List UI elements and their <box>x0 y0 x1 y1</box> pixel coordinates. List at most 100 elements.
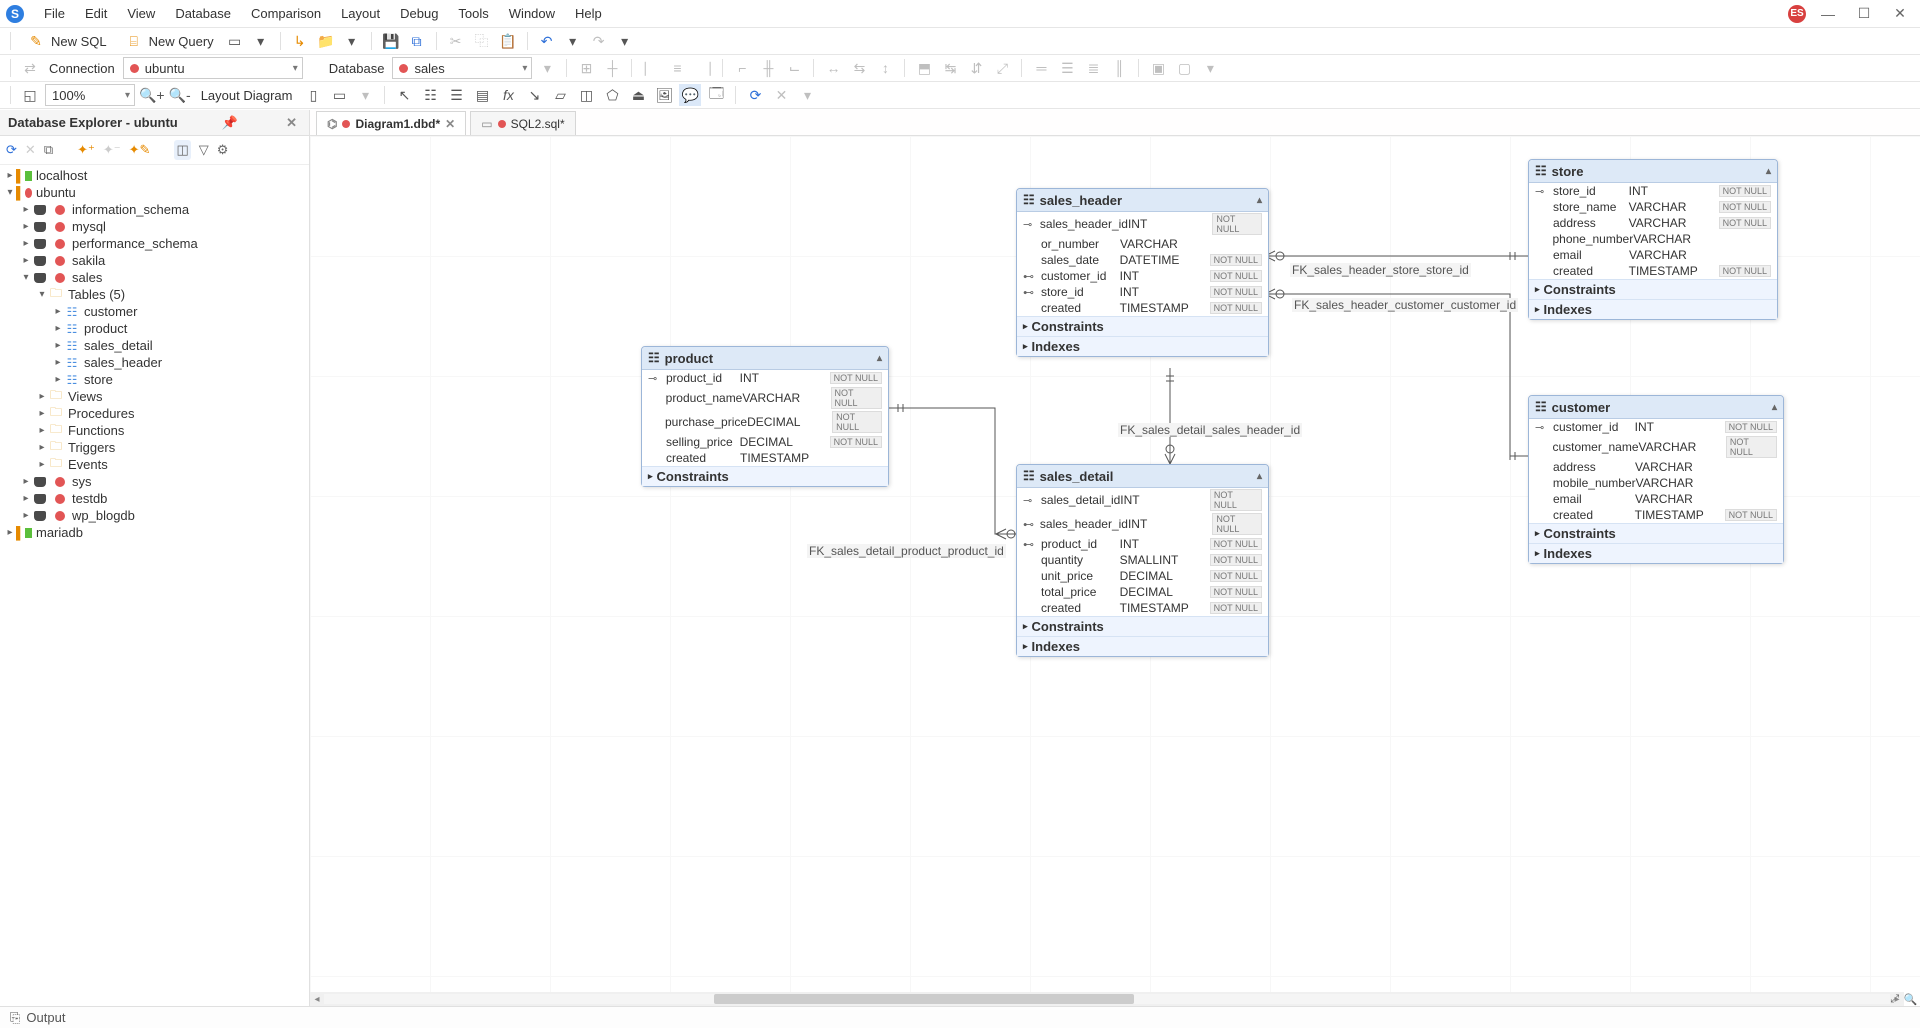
column-email[interactable]: emailVARCHAR <box>1529 247 1777 263</box>
layout-diagram-button[interactable]: Layout Diagram <box>195 84 299 106</box>
tree-server-localhost[interactable]: ▸▌localhost <box>0 167 309 184</box>
new-query-button[interactable]: ⌸New Query <box>117 30 220 52</box>
entity-product[interactable]: ☷product▴⊸product_idINTNOT NULLproduct_n… <box>641 346 889 487</box>
dropdown-arrow-icon[interactable]: ▾ <box>1199 57 1221 79</box>
entity-customer[interactable]: ☷customer▴⊸customer_idINTNOT NULLcustome… <box>1528 395 1784 564</box>
section-constraints[interactable]: ▸Constraints <box>1017 316 1268 336</box>
section-constraints[interactable]: ▸Constraints <box>642 466 888 486</box>
relation-icon[interactable]: ↘ <box>523 84 545 106</box>
dropdown-arrow-icon[interactable]: ▾ <box>341 30 363 52</box>
tree-table-sales_header[interactable]: ▸☷sales_header <box>0 354 309 371</box>
tree-db-sakila[interactable]: ▸sakila <box>0 252 309 269</box>
entity-sales_detail[interactable]: ☷sales_detail▴⊸sales_detail_idINTNOT NUL… <box>1016 464 1269 657</box>
column-created[interactable]: createdTIMESTAMPNOT NULL <box>1529 507 1783 523</box>
collapse-icon[interactable]: ▴ <box>1257 471 1262 482</box>
tree-db-wp_blogdb[interactable]: ▸wp_blogdb <box>0 507 309 524</box>
shape-rect-icon[interactable]: ▱ <box>549 84 571 106</box>
shape-ellipse-icon[interactable]: ◫ <box>575 84 597 106</box>
column-or_number[interactable]: or_numberVARCHAR <box>1017 236 1268 252</box>
pointer-icon[interactable]: ↖ <box>393 84 415 106</box>
column-selling_price[interactable]: selling_priceDECIMALNOT NULL <box>642 434 888 450</box>
menu-edit[interactable]: Edit <box>75 3 117 24</box>
column-sales_date[interactable]: sales_dateDATETIMENOT NULL <box>1017 252 1268 268</box>
tree-db-performance_schema[interactable]: ▸performance_schema <box>0 235 309 252</box>
entity-sales_header[interactable]: ☷sales_header▴⊸sales_header_idINTNOT NUL… <box>1016 188 1269 357</box>
menu-help[interactable]: Help <box>565 3 612 24</box>
column-created[interactable]: createdTIMESTAMPNOT NULL <box>1529 263 1777 279</box>
output-icon[interactable]: ⎘ <box>10 1010 20 1026</box>
column-address[interactable]: addressVARCHARNOT NULL <box>1529 215 1777 231</box>
note-icon[interactable]: 💬 <box>679 84 701 106</box>
edit-server-icon[interactable]: ✦✎ <box>129 142 151 158</box>
maximize-button[interactable]: ☐ <box>1850 5 1878 22</box>
diagram-canvas[interactable]: ◂▸ ⤢🔍 ☷product▴⊸product_idINTNOT NULLpro… <box>310 136 1920 1006</box>
tree-table-store[interactable]: ▸☷store <box>0 371 309 388</box>
redo-icon[interactable]: ↷ <box>588 30 610 52</box>
stop-icon[interactable]: ✕ <box>770 84 792 106</box>
order-back-icon[interactable]: ▢ <box>1173 57 1195 79</box>
tree-server-ubuntu[interactable]: ▾▌ubuntu <box>0 184 309 201</box>
collapse-icon[interactable]: ▴ <box>1772 402 1777 413</box>
menu-layout[interactable]: Layout <box>331 3 390 24</box>
tree-folder-Views[interactable]: ▸🗀Views <box>0 388 309 405</box>
dist-hspace-icon[interactable]: ⇆ <box>848 57 870 79</box>
column-sales_detail_id[interactable]: ⊸sales_detail_idINTNOT NULL <box>1017 488 1268 512</box>
zoom-in-icon[interactable]: 🔍+ <box>139 84 165 106</box>
tree-folder-Triggers[interactable]: ▸🗀Triggers <box>0 439 309 456</box>
section-indexes[interactable]: ▸Indexes <box>1529 543 1783 563</box>
collapse-icon[interactable]: ▴ <box>877 353 882 364</box>
tree-db-mysql[interactable]: ▸mysql <box>0 218 309 235</box>
column-sales_header_id[interactable]: ⊸sales_header_idINTNOT NULL <box>1017 212 1268 236</box>
tree-server-mariadb[interactable]: ▸▌mariadb <box>0 524 309 541</box>
column-phone_number[interactable]: phone_numberVARCHAR <box>1529 231 1777 247</box>
zoom-dropdown[interactable]: 100%▾ <box>45 84 135 106</box>
delete-icon[interactable]: ✕ <box>25 142 36 158</box>
tree-db-testdb[interactable]: ▸testdb <box>0 490 309 507</box>
column-product_id[interactable]: ⊸product_idINTNOT NULL <box>642 370 888 386</box>
remove-server-icon[interactable]: ✦⁻ <box>103 142 121 158</box>
open-folder-icon[interactable]: 📁 <box>315 30 337 52</box>
column-email[interactable]: emailVARCHAR <box>1529 491 1783 507</box>
align-bottom-icon[interactable]: ⌙ <box>783 57 805 79</box>
copy-tree-icon[interactable]: ⧉ <box>44 142 53 158</box>
dropdown-arrow-icon[interactable]: ▾ <box>562 30 584 52</box>
dist-h-icon[interactable]: ↔ <box>822 57 844 79</box>
tree-db-sys[interactable]: ▸sys <box>0 473 309 490</box>
dropdown-arrow-icon[interactable]: ▾ <box>614 30 636 52</box>
copy-icon[interactable]: ⿻ <box>471 30 493 52</box>
collapse-icon[interactable]: ▴ <box>1257 195 1262 206</box>
column-unit_price[interactable]: unit_priceDECIMALNOT NULL <box>1017 568 1268 584</box>
funnel-icon[interactable]: ▽ <box>199 142 209 158</box>
align-hcenter-icon[interactable]: ≡ <box>666 57 688 79</box>
align-left-icon[interactable]: ⎸ <box>640 57 662 79</box>
column-created[interactable]: createdTIMESTAMPNOT NULL <box>1017 300 1268 316</box>
horizontal-scrollbar[interactable]: ◂▸ <box>310 992 1904 1006</box>
column-customer_id[interactable]: ⊷customer_idINTNOT NULL <box>1017 268 1268 284</box>
spacing-compact-icon[interactable]: ≣ <box>1082 57 1104 79</box>
column-created[interactable]: createdTIMESTAMPNOT NULL <box>1017 600 1268 616</box>
size-h-icon[interactable]: ⇵ <box>965 57 987 79</box>
tree-table-product[interactable]: ▸☷product <box>0 320 309 337</box>
menu-debug[interactable]: Debug <box>390 3 448 24</box>
table-icon[interactable]: ☷ <box>419 84 441 106</box>
spacing-v-icon[interactable]: ║ <box>1108 57 1130 79</box>
minimize-button[interactable]: — <box>1814 6 1842 22</box>
size-w-icon[interactable]: ↹ <box>939 57 961 79</box>
order-front-icon[interactable]: ▣ <box>1147 57 1169 79</box>
section-indexes[interactable]: ▸Indexes <box>1529 299 1777 319</box>
stamp-icon[interactable]: ⏏ <box>627 84 649 106</box>
tree-db-sales[interactable]: ▾sales <box>0 269 309 286</box>
column-created[interactable]: createdTIMESTAMP <box>642 450 888 466</box>
column-sales_header_id[interactable]: ⊷sales_header_idINTNOT NULL <box>1017 512 1268 536</box>
settings-icon[interactable]: ⚙ <box>217 142 229 158</box>
column-customer_name[interactable]: customer_nameVARCHARNOT NULL <box>1529 435 1783 459</box>
new-sql-file-icon[interactable]: ▭ <box>224 30 246 52</box>
size-eq-icon[interactable]: ⬒ <box>913 57 935 79</box>
zoom-out-icon[interactable]: 🔍- <box>169 84 191 106</box>
align-item-icon[interactable]: ⊞ <box>575 57 597 79</box>
dist-v-icon[interactable]: ↕ <box>874 57 896 79</box>
undo-icon[interactable]: ↶ <box>536 30 558 52</box>
section-constraints[interactable]: ▸Constraints <box>1017 616 1268 636</box>
tree-folder-Events[interactable]: ▸🗀Events <box>0 456 309 473</box>
align-center-icon[interactable]: ┼ <box>601 57 623 79</box>
